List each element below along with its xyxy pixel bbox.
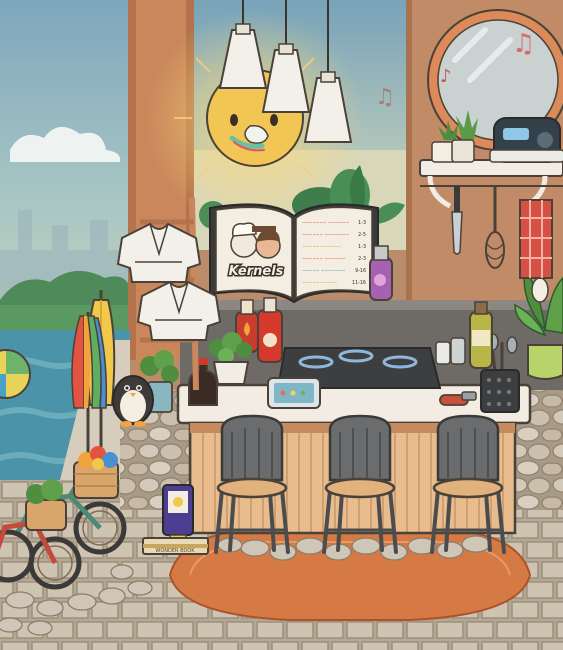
scene-canvas: Kernels ~~~~~~~ ~~~~~~ 1-3 ~~~~~~ ~~~~~~~ 2…	[0, 0, 563, 650]
purple-bottle[interactable]	[369, 245, 393, 301]
menu-item-name: ~~~~~~~~~~~	[302, 244, 341, 249]
menu-item-price: 2-3	[358, 256, 366, 262]
left-window	[0, 0, 130, 340]
menu-item-name: ~~~~~~ ~~~~~~~	[302, 232, 349, 237]
book-bottom-label: WONDER BOOK	[155, 548, 195, 554]
menu-item-price: 1-3	[358, 244, 366, 250]
tablet-icon[interactable]	[267, 377, 321, 409]
olive-oil-bottle[interactable]	[469, 301, 493, 369]
book-on-floor[interactable]: WONDER BOOK	[142, 537, 209, 555]
svg-text:♫: ♫	[375, 85, 395, 110]
menu-item-price: 9-16	[355, 268, 366, 274]
menu-item-price: 1-3	[358, 220, 366, 226]
kitchen-scene: Kernels ~~~~~~~ ~~~~~~ 1-3 ~~~~~~ ~~~~~~~ 2…	[0, 0, 563, 650]
menu-item-name: ~~~~~~~~~~	[302, 280, 338, 285]
menu-item-name: ~~~~~ ~~~~~~~	[302, 268, 346, 273]
menu-item-name: ~~~~~~~ ~~~~~~	[302, 220, 349, 225]
salt-pepper[interactable]	[435, 337, 466, 365]
svg-text:♪: ♪	[440, 66, 452, 87]
svg-text:♫: ♫	[512, 29, 535, 59]
book-title: Kernels	[229, 264, 284, 279]
radio-icon[interactable]	[489, 117, 563, 163]
recipe-book[interactable]: Kernels ~~~~~~~ ~~~~~~ 1-3 ~~~~~~ ~~~~~~~ 2…	[209, 203, 379, 304]
menu-item-name: ~~~~~~ ~~~~~~	[302, 256, 346, 261]
menu-item-price: 11-16	[352, 280, 366, 286]
lotion-bottle[interactable]	[162, 484, 194, 544]
menu-item-price: 2-5	[358, 232, 366, 238]
